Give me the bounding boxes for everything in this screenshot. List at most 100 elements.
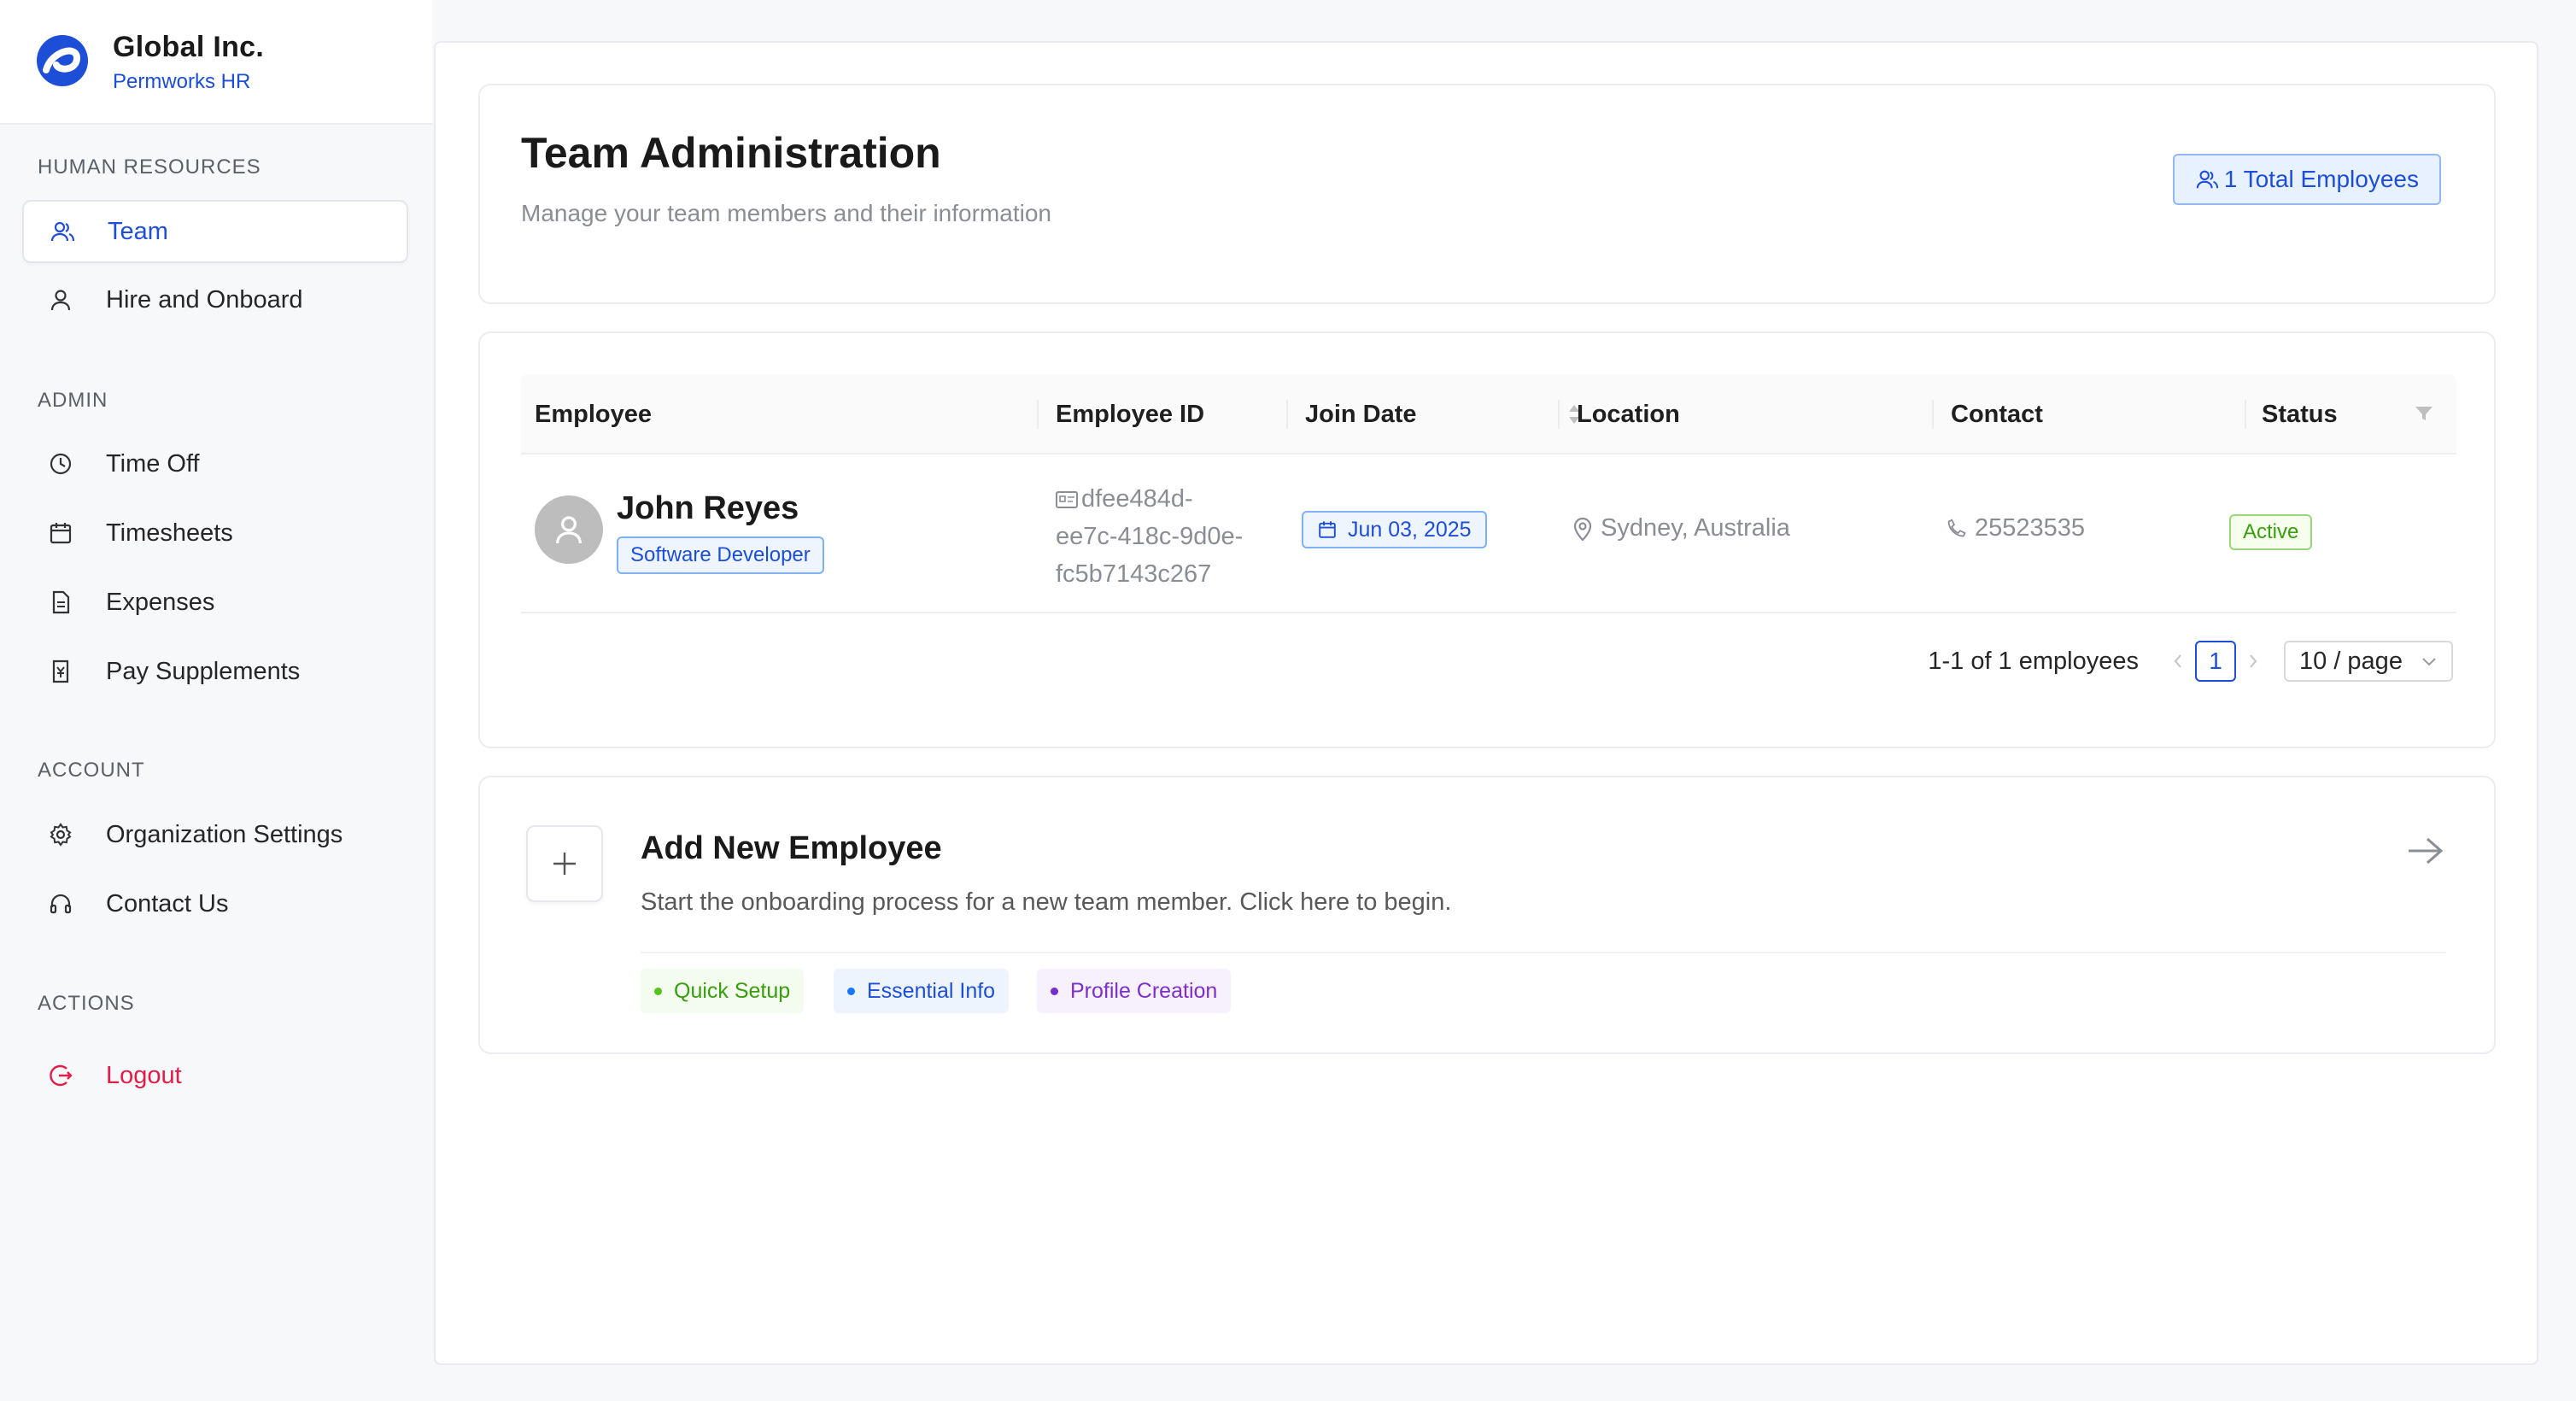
add-employee-title: Add New Employee xyxy=(641,830,942,866)
pagination: 1-1 of 1 employees 1 10 / page xyxy=(1928,641,2453,682)
chip-label: Quick Setup xyxy=(674,978,791,1003)
sidebar-item-hire-and-onboard[interactable]: Hire and Onboard xyxy=(22,268,408,331)
total-employees-badge: 1 Total Employees xyxy=(2172,154,2441,205)
add-employee-button[interactable] xyxy=(526,825,603,902)
sidebar-item-time-off[interactable]: Time Off xyxy=(22,432,408,495)
sidebar-item-logout[interactable]: Logout xyxy=(22,1044,408,1107)
sidebar-item-pay-supplements[interactable]: Pay Supplements xyxy=(22,640,408,703)
column-divider xyxy=(1037,400,1039,429)
page-size-value: 10 / page xyxy=(2299,647,2403,675)
status-dot xyxy=(847,987,855,995)
gear-icon xyxy=(50,823,72,847)
column-header-employee-id: Employee ID xyxy=(1056,401,1205,428)
brand-subtitle: Permworks HR xyxy=(113,70,251,93)
join-date: Jun 03, 2025 xyxy=(1348,517,1472,542)
column-divider xyxy=(1558,400,1560,429)
table-header: Employee Employee ID Join Date Location … xyxy=(521,374,2456,454)
total-employees-label: 1 Total Employees xyxy=(2223,166,2419,192)
sidebar-item-contact-us[interactable]: Contact Us xyxy=(22,872,408,935)
location: Sydney, Australia xyxy=(1572,514,1790,542)
chevron-down-icon xyxy=(2422,658,2436,666)
prev-page-button[interactable] xyxy=(2164,641,2192,682)
section-title-human-resources: HUMAN RESOURCES xyxy=(38,155,261,179)
filter-icon[interactable] xyxy=(2414,403,2434,424)
plus-icon xyxy=(553,853,576,875)
pagination-summary: 1-1 of 1 employees xyxy=(1928,647,2139,675)
chevron-right-icon xyxy=(2250,654,2257,668)
sidebar-item-label: Timesheets xyxy=(106,519,233,547)
employee-id-part: dfee484d- xyxy=(1081,485,1193,513)
money-icon xyxy=(52,659,69,683)
user-icon xyxy=(556,516,582,544)
calendar-icon xyxy=(1319,521,1336,538)
section-title-actions: ACTIONS xyxy=(38,992,135,1015)
column-divider xyxy=(2245,400,2246,429)
column-header-contact: Contact xyxy=(1951,401,2043,428)
column-divider xyxy=(1286,400,1288,429)
next-page-button[interactable] xyxy=(2239,641,2267,682)
team-icon xyxy=(50,221,75,242)
id-card-icon xyxy=(1056,491,1078,509)
sidebar-item-organization-settings[interactable]: Organization Settings xyxy=(22,803,408,866)
clock-icon xyxy=(50,453,72,475)
logout-icon xyxy=(50,1064,73,1087)
employees-table-card: Employee Employee ID Join Date Location … xyxy=(478,331,2496,748)
chip-essential-info: Essential Info xyxy=(834,969,1010,1013)
column-header-employee: Employee xyxy=(535,401,652,428)
page-number-button[interactable]: 1 xyxy=(2195,641,2236,682)
chevron-left-icon xyxy=(2174,654,2181,668)
sidebar-item-label: Team xyxy=(108,217,168,245)
section-title-admin: ADMIN xyxy=(38,389,108,412)
arrow-right-icon[interactable] xyxy=(2405,834,2446,868)
join-date-tag: Jun 03, 2025 xyxy=(1302,511,1487,548)
contact: 25523535 xyxy=(1946,514,2085,542)
sidebar-item-label: Contact Us xyxy=(106,889,229,917)
phone-icon xyxy=(1947,518,1966,537)
sidebar-item-label: Time Off xyxy=(106,449,200,478)
sidebar-item-expenses[interactable]: Expenses xyxy=(22,571,408,634)
column-divider xyxy=(1932,400,1934,429)
sidebar: Global Inc. Permworks HR HUMAN RESOURCES… xyxy=(0,0,432,1401)
divider xyxy=(641,952,2446,953)
add-employee-description: Start the onboarding process for a new t… xyxy=(641,888,1452,916)
main-content: Team Administration Manage your team mem… xyxy=(434,41,2538,1365)
sidebar-item-label: Organization Settings xyxy=(106,820,343,848)
chip-profile-creation: Profile Creation xyxy=(1037,969,1232,1013)
table-row[interactable]: John Reyes Software Developer dfee484d- … xyxy=(521,454,2456,613)
avatar xyxy=(535,495,603,564)
brand-header: Global Inc. Permworks HR xyxy=(0,0,432,125)
sidebar-item-timesheets[interactable]: Timesheets xyxy=(22,501,408,565)
location-pin-icon xyxy=(1573,517,1592,542)
user-icon xyxy=(50,290,71,311)
chip-quick-setup: Quick Setup xyxy=(641,969,805,1013)
location-text: Sydney, Australia xyxy=(1601,514,1790,542)
sidebar-item-label: Logout xyxy=(106,1061,182,1089)
employee-id: dfee484d- ee7c-418c-9d0e- fc5b7143c267 xyxy=(1056,480,1286,593)
sidebar-item-label: Expenses xyxy=(106,588,215,616)
page-subtitle: Manage your team members and their infor… xyxy=(521,200,1051,226)
role-tag: Software Developer xyxy=(617,536,824,574)
document-icon xyxy=(52,590,70,614)
sidebar-item-label: Pay Supplements xyxy=(106,657,301,685)
column-header-join-date[interactable]: Join Date xyxy=(1305,374,1417,454)
headset-icon xyxy=(50,894,72,914)
page-title: Team Administration xyxy=(521,129,941,177)
team-icon xyxy=(2196,170,2218,189)
header-card: Team Administration Manage your team mem… xyxy=(478,84,2496,304)
status-badge: Active xyxy=(2229,514,2313,550)
add-employee-card[interactable]: Add New Employee Start the onboarding pr… xyxy=(478,776,2496,1054)
sidebar-item-team[interactable]: Team xyxy=(22,200,408,263)
employee-id-part: fc5b7143c267 xyxy=(1056,560,1212,588)
page-size-select[interactable]: 10 / page xyxy=(2284,641,2453,682)
section-title-account: ACCOUNT xyxy=(38,759,145,782)
employee-name: John Reyes xyxy=(617,490,799,526)
column-header-location: Location xyxy=(1577,401,1680,428)
column-header-status: Status xyxy=(2262,401,2338,428)
chip-label: Essential Info xyxy=(867,978,996,1003)
brand-logo-icon xyxy=(37,35,88,86)
sidebar-item-label: Hire and Onboard xyxy=(106,285,303,314)
chip-label: Profile Creation xyxy=(1070,978,1218,1003)
status-dot xyxy=(1051,987,1058,995)
contact-text: 25523535 xyxy=(1975,514,2086,542)
brand-name: Global Inc. xyxy=(113,31,265,63)
